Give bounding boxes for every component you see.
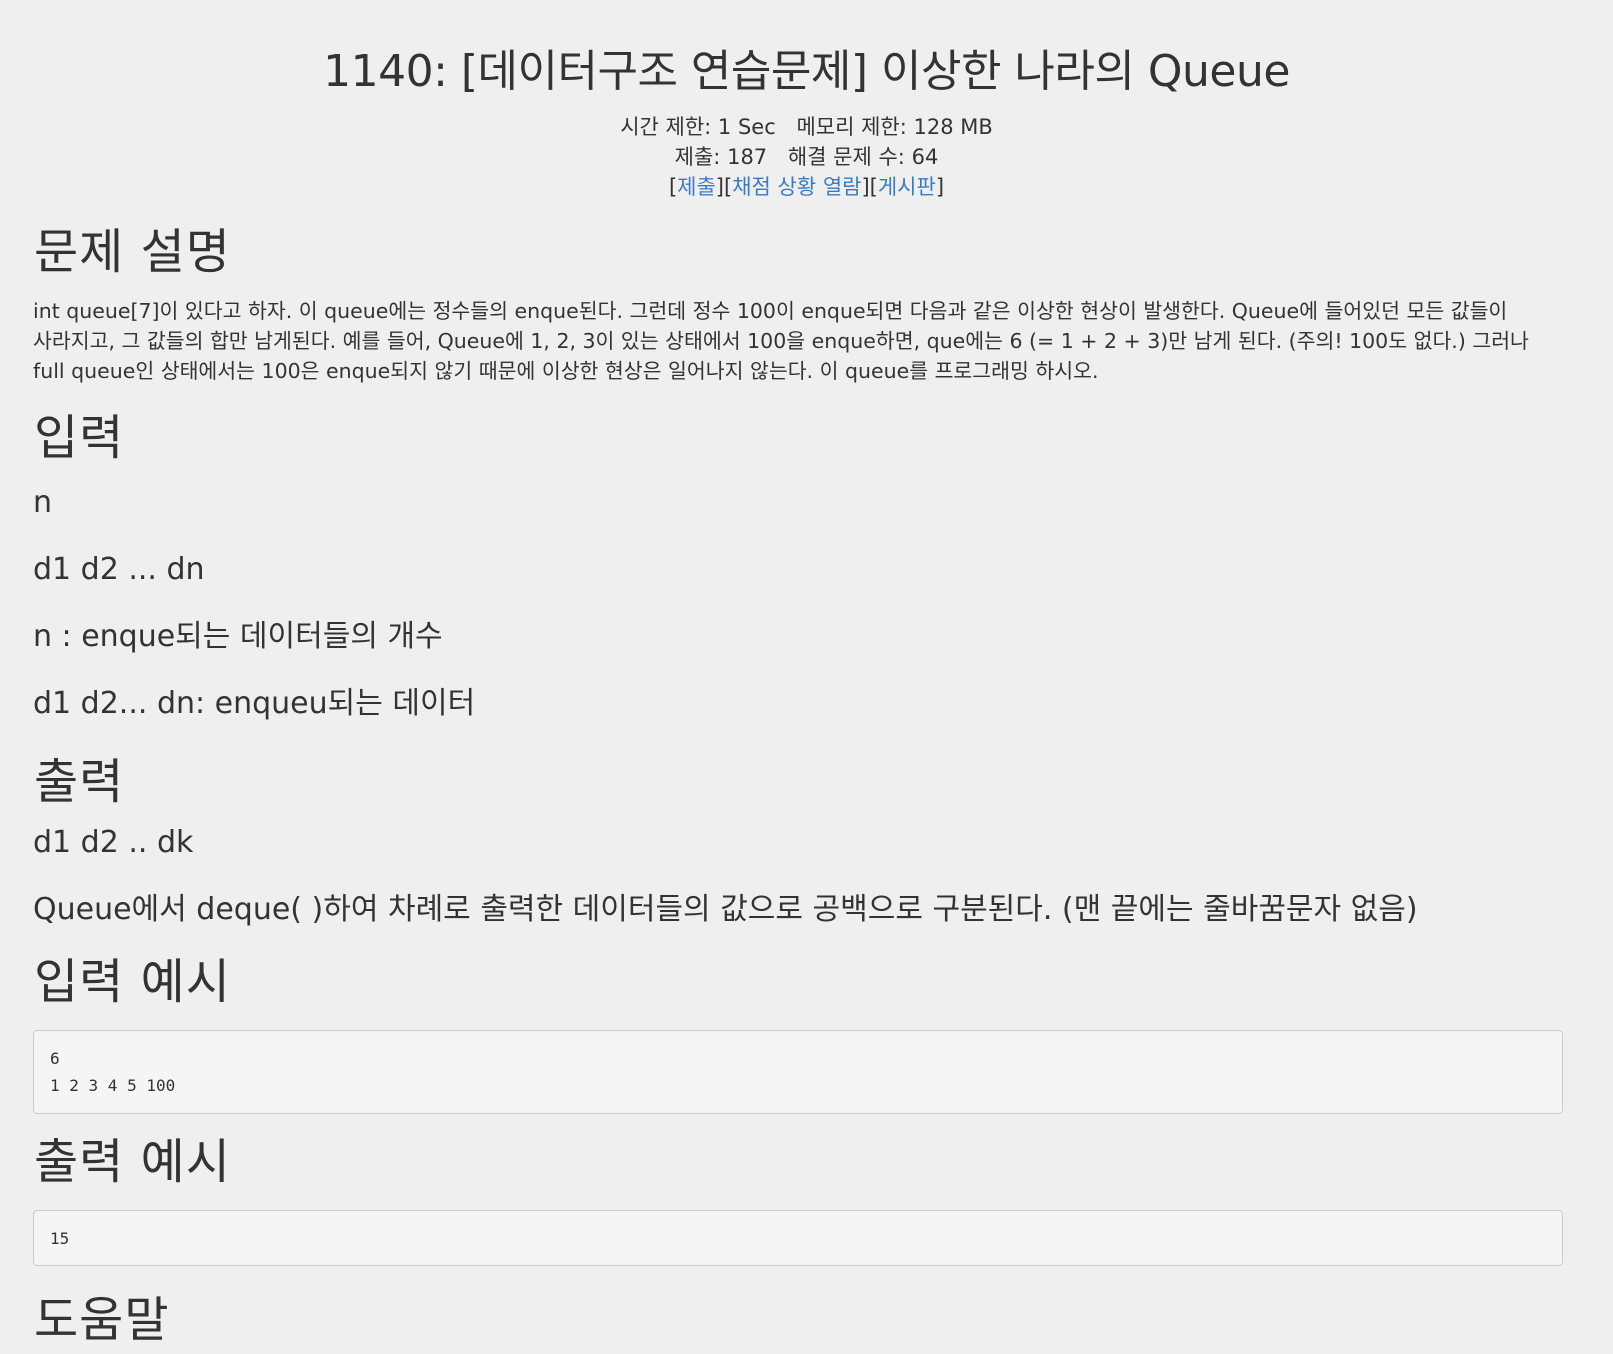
page-title: 1140: [데이터구조 연습문제] 이상한 나라의 Queue [323,46,1290,97]
submit-link[interactable]: 제출 [677,175,716,199]
input-paragraph: n [33,485,53,520]
sample-input-line: 1 2 3 4 5 100 [50,1076,176,1095]
description-text: int queue[7]이 있다고 하자. 이 queue에는 정수들의 enq… [33,296,1583,386]
submissions-value: 187 [727,145,768,169]
bracket-separator: ][ [715,175,733,199]
action-links: [제출][채점 상황 열람][게시판] [0,172,1613,202]
sample-output-line: 15 [50,1229,70,1248]
sample-output-heading: 출력 예시 [34,1134,231,1190]
stats-line: 제출: 187 해결 문제 수: 64 [0,142,1613,172]
status-link[interactable]: 채점 상황 열람 [732,175,861,199]
board-link[interactable]: 게시판 [878,175,936,199]
input-paragraph: d1 d2... dn: enqueu되는 데이터 [33,686,476,721]
description-line: int queue[7]이 있다고 하자. 이 queue에는 정수들의 enq… [33,299,1508,323]
limits-line: 시간 제한: 1 Sec 메모리 제한: 128 MB [0,112,1613,142]
bracket-separator: ][ [861,175,878,199]
solved-label: 해결 문제 수: [787,145,905,169]
output-paragraph: Queue에서 deque( )하여 차례로 출력한 데이터들의 값으로 공백으… [33,892,1418,927]
output-paragraph: d1 d2 .. dk [33,825,194,860]
sample-input-heading: 입력 예시 [34,954,231,1010]
memory-limit-value: 128 MB [913,115,993,139]
sample-input-line: 6 [50,1049,60,1068]
hint-heading: 도움말 [34,1292,170,1348]
memory-limit-label: 메모리 제한: [796,115,907,139]
time-limit-value: 1 Sec [717,115,776,139]
description-line: full queue인 상태에서는 100은 enque되지 않기 때문에 이상… [33,359,1099,383]
bracket-close: ] [935,175,945,199]
submissions-label: 제출: [674,145,721,169]
solved-value: 64 [911,145,939,169]
bracket-open: [ [668,175,678,199]
output-heading: 출력 [34,754,125,810]
description-line: 사라지고, 그 값들의 합만 남게된다. 예를 들어, Queue에 1, 2,… [33,329,1529,353]
sample-input-box[interactable]: 6 1 2 3 4 5 100 [33,1030,1563,1114]
problem-page: 1140: [데이터구조 연습문제] 이상한 나라의 Queue 시간 제한: … [0,0,1613,1354]
description-heading: 문제 설명 [34,224,231,280]
input-heading: 입력 [34,410,125,466]
time-limit-label: 시간 제한: [620,115,712,139]
input-paragraph: n : enque되는 데이터들의 개수 [33,619,443,654]
sample-output-box[interactable]: 15 [33,1210,1563,1266]
input-paragraph: d1 d2 ... dn [33,552,205,587]
